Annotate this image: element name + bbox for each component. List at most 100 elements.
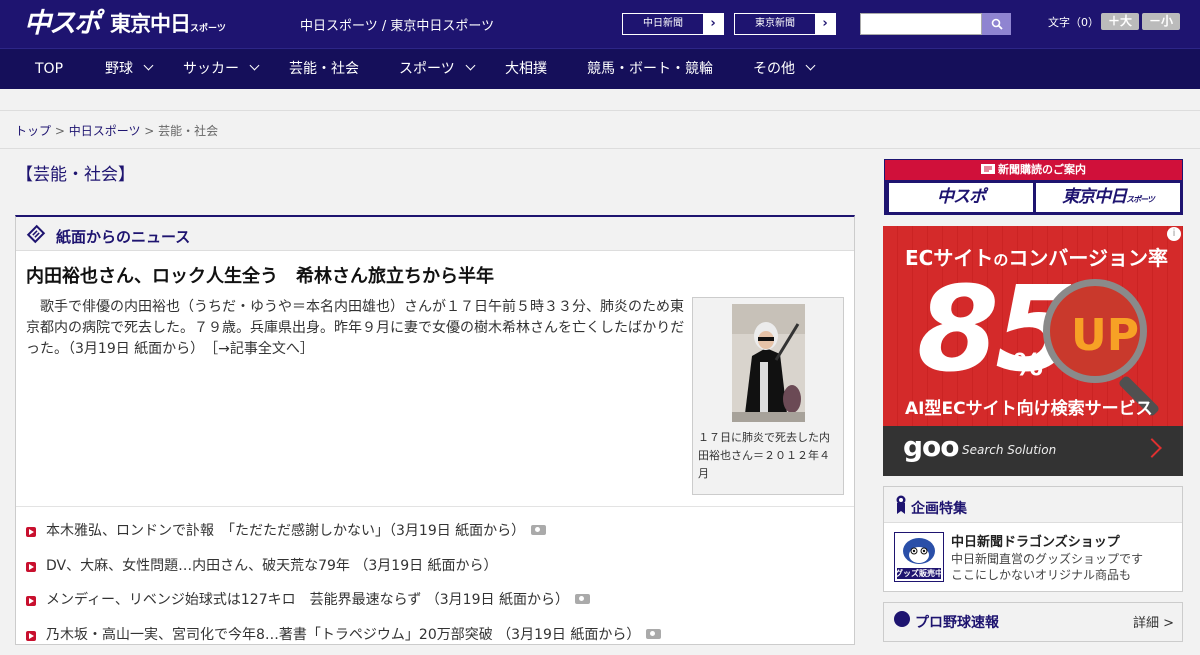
- baseball-details-link[interactable]: 詳細 >: [1133, 612, 1174, 631]
- news-photo[interactable]: [732, 304, 805, 422]
- subscribe-tokyo-button[interactable]: 東京中日スポーツ: [1036, 183, 1180, 212]
- list-item[interactable]: 本木雅弘、ロンドンで訃報 「ただただ感謝しかない」（3月19日 紙面から）: [26, 517, 846, 552]
- search-button[interactable]: [982, 13, 1011, 35]
- shop-thumbnail-label: グッズ販売中: [895, 568, 943, 579]
- ad-brand-sub: Search Solution: [962, 443, 1056, 457]
- list-item[interactable]: 乃木坂・高山一実、宮司化で今年8…著書「トラペジウム」20万部突破 （3月19日…: [26, 621, 846, 655]
- nav-item-top[interactable]: TOP: [35, 49, 63, 89]
- tokyo-shimbun-link[interactable]: 東京新聞 ›: [734, 13, 836, 35]
- nav-item-sports[interactable]: スポーツ: [399, 49, 474, 89]
- news-lead: 歌手で俳優の内田裕也（うちだ・ゆうや＝本名内田雄也）さんが１７日午前５時３３分、…: [26, 297, 686, 360]
- subscription-bar: 新聞購読のご案内: [885, 160, 1182, 180]
- chunichi-shimbun-link[interactable]: 中日新聞 ›: [622, 13, 724, 35]
- nav-item-sumo[interactable]: 大相撲: [505, 49, 547, 89]
- nav-item-other[interactable]: その他: [753, 49, 814, 89]
- shop-description-line: ここにしかないオリジナル商品も: [951, 567, 1143, 583]
- subscription-banner[interactable]: 新聞購読のご案内 中スポ 東京中日スポーツ: [884, 159, 1183, 215]
- chevron-down-icon: [250, 61, 260, 71]
- chevron-down-icon: [144, 61, 154, 71]
- breadcrumb-separator: >: [51, 124, 69, 138]
- tokyo-logo-text: 東京中日: [110, 12, 190, 36]
- list-item-text: 乃木坂・高山一実、宮司化で今年8…著書「トラペジウム」20万部突破 （3月19日…: [46, 627, 640, 643]
- nav-item-baseball[interactable]: 野球: [105, 49, 152, 89]
- baseball-title: プロ野球速報: [915, 612, 999, 632]
- news-divider: [16, 506, 854, 507]
- camera-icon: [646, 629, 661, 639]
- play-bullet-icon: [26, 631, 36, 641]
- news-section: 紙面からのニュース 内田裕也さん、ロック人生全う 希林さん旅立ちから半年 歌手で…: [15, 215, 855, 645]
- breadcrumb: トップ > 中日スポーツ > 芸能・社会: [15, 122, 218, 139]
- page-title: 【芸能・社会】: [16, 160, 135, 185]
- read-more-link[interactable]: ［→記事全文へ］: [211, 341, 314, 357]
- tokyo-logo-small: スポーツ: [190, 24, 226, 34]
- breadcrumb-section[interactable]: 中日スポーツ: [69, 124, 141, 138]
- camera-icon: [575, 594, 590, 604]
- nav-item-entertainment[interactable]: 芸能・社会: [289, 49, 359, 89]
- nav-item-label: スポーツ: [399, 61, 455, 77]
- subscribe-tokyo-small: スポーツ: [1126, 195, 1154, 204]
- photo-caption: １７日に肺炎で死去した内田裕也さん＝２０１２年４月: [698, 429, 838, 483]
- list-item[interactable]: メンディー、リベンジ始球式は127キロ 芸能界最速ならず （3月19日 紙面から…: [26, 586, 846, 621]
- search-icon: [991, 18, 1003, 30]
- search-input[interactable]: [860, 13, 982, 35]
- subscribe-chunichi-button[interactable]: 中スポ: [889, 183, 1033, 212]
- news-list: 本木雅弘、ロンドンで訃報 「ただただ感謝しかない」（3月19日 紙面から） DV…: [26, 517, 846, 655]
- newspaper-icon: [26, 224, 46, 244]
- ad-subtitle: AI型ECサイト向け検索サービス: [905, 394, 1153, 419]
- nav-item-label: サッカー: [183, 61, 239, 77]
- feature-title: 企画特集: [911, 498, 967, 518]
- ad-footer: goo Search Solution: [883, 426, 1183, 476]
- subscription-label: 新聞購読のご案内: [998, 163, 1086, 176]
- chunichi-sports-logo[interactable]: 中スポ: [24, 8, 99, 40]
- ad-up-text: UP: [1071, 310, 1139, 361]
- font-smaller-button[interactable]: －小: [1142, 13, 1180, 30]
- nav-item-racing[interactable]: 競馬・ボート・競輪: [587, 49, 713, 89]
- ad-info-icon[interactable]: i: [1167, 227, 1181, 241]
- newspaper-icon: [981, 164, 995, 174]
- font-size-label: 文字（0）: [1048, 14, 1099, 30]
- ad-percent: %: [1013, 348, 1043, 383]
- breadcrumb-bar: トップ > 中日スポーツ > 芸能・社会: [0, 111, 1200, 149]
- nav-item-label: TOP: [35, 61, 63, 77]
- site-title[interactable]: 中日スポーツ / 東京中日スポーツ: [300, 15, 494, 34]
- header-bar: 中スポ 東京中日スポーツ 中日スポーツ / 東京中日スポーツ 中日新聞 › 東京…: [0, 0, 1200, 48]
- breadcrumb-current: 芸能・社会: [158, 124, 218, 138]
- font-larger-button[interactable]: ＋大: [1101, 13, 1139, 30]
- feature-section: 企画特集 グッズ販売中 中日新聞ドラゴンズショップ 中日新聞直営のグッズショップ…: [883, 486, 1183, 592]
- shop-description: 中日新聞直営のグッズショップです ここにしかないオリジナル商品も: [951, 551, 1143, 583]
- chevron-down-icon: [465, 61, 475, 71]
- subscribe-tokyo-label: 東京中日: [1062, 187, 1126, 207]
- play-bullet-icon: [26, 562, 36, 572]
- news-section-title: 紙面からのニュース: [56, 226, 190, 247]
- advertisement[interactable]: i ECサイトのコンバージョン率 85 % UP AI型ECサイト向け検索サービ…: [883, 226, 1183, 476]
- nav-item-label: 競馬・ボート・競輪: [587, 61, 713, 77]
- chevron-right-icon: ›: [703, 14, 723, 34]
- shop-name-link[interactable]: 中日新聞ドラゴンズショップ: [951, 531, 1120, 550]
- play-bullet-icon: [26, 596, 36, 606]
- news-headline[interactable]: 内田裕也さん、ロック人生全う 希林さん旅立ちから半年: [26, 262, 494, 288]
- ribbon-icon: [896, 495, 906, 515]
- list-item-text: DV、大麻、女性問題…内田さん、破天荒な79年 （3月19日 紙面から）: [46, 558, 498, 574]
- chevron-right-icon: [1142, 438, 1162, 458]
- shop-description-line: 中日新聞直営のグッズショップです: [951, 551, 1143, 567]
- breadcrumb-separator: >: [140, 124, 158, 138]
- news-photo-box: １７日に肺炎で死去した内田裕也さん＝２０１２年４月: [692, 297, 844, 495]
- list-item-text: 本木雅弘、ロンドンで訃報 「ただただ感謝しかない」（3月19日 紙面から）: [46, 523, 525, 539]
- baseball-icon: [894, 611, 910, 627]
- nav-item-label: 野球: [105, 61, 133, 77]
- dragons-shop-thumbnail[interactable]: グッズ販売中: [894, 532, 944, 582]
- list-item[interactable]: DV、大麻、女性問題…内田さん、破天荒な79年 （3月19日 紙面から）: [26, 552, 846, 587]
- chevron-down-icon: [806, 61, 816, 71]
- breadcrumb-home[interactable]: トップ: [15, 124, 51, 138]
- nav-item-label: その他: [753, 61, 795, 77]
- nav-item-label: 大相撲: [505, 61, 547, 77]
- list-item-text: メンディー、リベンジ始球式は127キロ 芸能界最速ならず （3月19日 紙面から…: [46, 592, 569, 608]
- tokyo-chunichi-logo[interactable]: 東京中日スポーツ: [110, 10, 226, 43]
- news-section-header: 紙面からのニュース: [16, 217, 854, 251]
- baseball-scores-section: プロ野球速報 詳細 >: [883, 602, 1183, 642]
- nav-item-soccer[interactable]: サッカー: [183, 49, 258, 89]
- feature-header: 企画特集: [884, 487, 1182, 523]
- news-lead-text: 歌手で俳優の内田裕也（うちだ・ゆうや＝本名内田雄也）さんが１７日午前５時３３分、…: [26, 299, 684, 357]
- news-photo-image: [732, 304, 805, 422]
- tokyo-shimbun-label: 東京新聞: [735, 14, 815, 34]
